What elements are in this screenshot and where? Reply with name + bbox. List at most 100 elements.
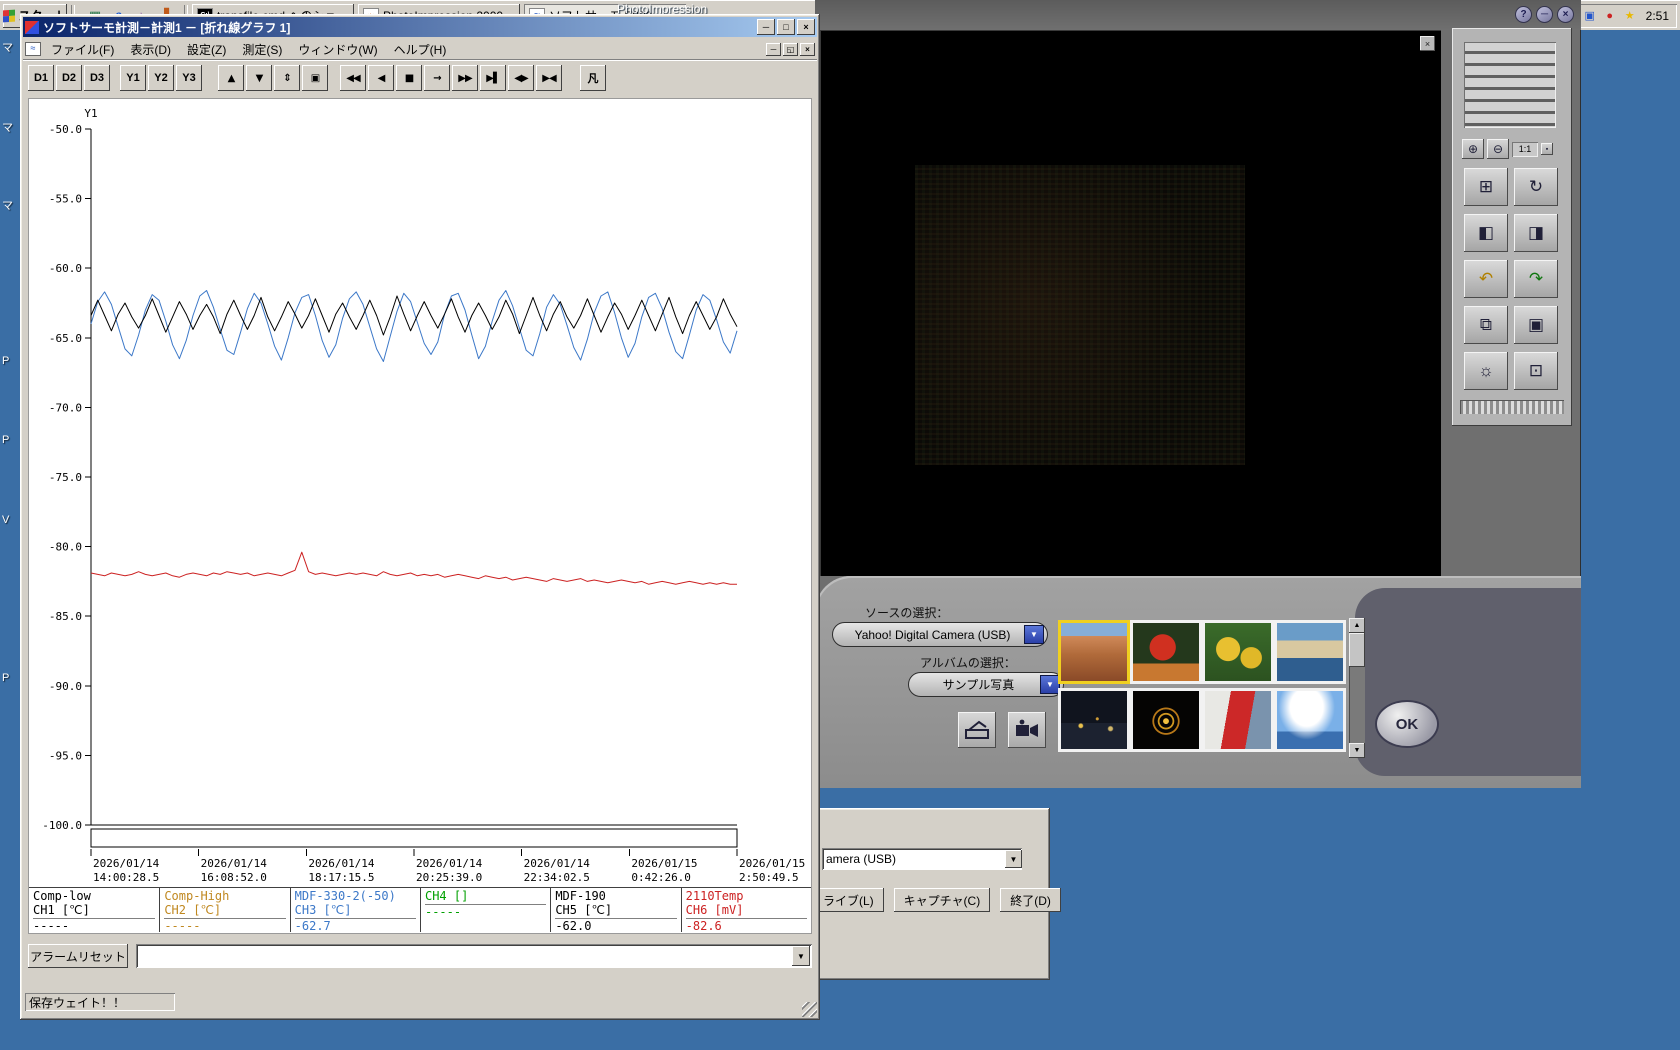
toolbar-button-y1[interactable]: Y1 (120, 65, 146, 91)
dialog-button-1[interactable]: ライブ(L) (813, 888, 884, 912)
toolbar-button-d1[interactable]: D1 (28, 65, 54, 91)
copy-button[interactable]: ⧉ (1464, 306, 1508, 344)
thumbnail-ship-red[interactable] (1202, 688, 1274, 752)
menu-item-1[interactable]: ファイル(F) (43, 39, 122, 60)
status-message: 保存ウェイト！！ (25, 993, 175, 1011)
album-select[interactable]: サンプル写真 ▼ (908, 672, 1064, 697)
flip-horizontal-button[interactable]: ◧ (1464, 214, 1508, 252)
effects-button[interactable]: ☼ (1464, 352, 1508, 390)
menu-item-6[interactable]: ヘルプ(H) (386, 39, 455, 60)
child-restore-button[interactable]: ◱ (783, 42, 798, 56)
svg-text:2026/01/14: 2026/01/14 (524, 857, 591, 870)
camera-button[interactable] (1008, 712, 1046, 748)
maximize-button[interactable]: □ (777, 19, 795, 35)
toolbar-fit-vertical-button[interactable]: ⇕ (274, 65, 300, 91)
desktop-icon-label-fragment: P (2, 434, 10, 446)
thumbnail-scrollbar[interactable]: ▲ ▼ (1349, 618, 1365, 758)
paste-button[interactable]: ▣ (1514, 306, 1558, 344)
desktop: { "desktop": { "background_color": "#3a6… (0, 0, 1680, 1050)
menubar: ≈ ファイル(F) 表示(D) 設定(Z) 測定(S) ウィンドウ(W) ヘルプ(H) ─… (23, 39, 817, 59)
close-button[interactable]: × (797, 19, 815, 35)
chevron-down-icon[interactable]: ▼ (792, 946, 810, 966)
chart-canvas: -50.0 -55.0 -60.0 -65.0 -70.0 -75.0 -80.0 -85.0… (42, 107, 805, 884)
toolbar: D1 D2 D3 Y1 Y2 Y3 ▲ ▼ ⇕ ▣ ◀◀ ◀ ■ → ▶▶ ▶▌ ◀▶ ▶◀ 凡 (23, 62, 817, 94)
svg-text:2:50:49.5: 2:50:49.5 (739, 871, 799, 884)
minimize-button[interactable]: ─ (757, 19, 775, 35)
menu-item-2[interactable]: 表示(D) (122, 39, 179, 60)
menu-item-5[interactable]: ウィンドウ(W) (290, 39, 385, 60)
fit-screen-button[interactable]: ⊞ (1464, 168, 1508, 206)
toolbar-zoom-box-button[interactable]: ▣ (302, 65, 328, 91)
child-close-button[interactable]: × (800, 42, 815, 56)
alarm-combobox[interactable]: ▼ (136, 944, 812, 968)
toolbar-run-forward-button[interactable]: → (424, 65, 450, 91)
thumbnail-yellow-flowers[interactable] (1202, 620, 1274, 684)
antivirus-tray-icon[interactable]: ● (1602, 8, 1618, 24)
dialog-buttons: ライブ(L) キャプチャ(C) 終了(D) (813, 888, 1061, 912)
menu-item-3[interactable]: 設定(Z) (179, 39, 234, 60)
redo-button[interactable]: ↷ (1514, 260, 1558, 298)
thumbnail-sky-clouds[interactable] (1274, 688, 1346, 752)
resize-grip[interactable] (802, 1002, 817, 1017)
rotate-button[interactable]: ↻ (1514, 168, 1558, 206)
scroll-down-button[interactable]: ▼ (1349, 743, 1365, 758)
tool-grid: ⊞ ↻ ◧ ◨ ↶ ↷ ⧉ ▣ ☼ ⊡ (1462, 168, 1562, 394)
chevron-down-icon[interactable]: ▼ (1005, 850, 1022, 868)
toolbar-step-back-button[interactable]: ◀ (368, 65, 394, 91)
chevron-down-icon[interactable]: ▼ (1024, 625, 1044, 644)
toolbar-scroll-up-button[interactable]: ▲ (218, 65, 244, 91)
dialog-button-2[interactable]: キャプチャ(C) (893, 888, 991, 912)
desktop-icon-label-fragment: マ (2, 122, 13, 134)
child-minimize-button[interactable]: ─ (766, 42, 781, 56)
menu-item-4[interactable]: 測定(S) (234, 39, 290, 60)
scrollbar-thumb[interactable] (1349, 633, 1365, 667)
toolbar-legend-toggle-button[interactable]: 凡 (580, 65, 606, 91)
zoom-in-button[interactable]: ⊕ (1462, 139, 1484, 159)
minimize-button[interactable]: ─ (1536, 6, 1553, 23)
ok-button[interactable]: OK (1375, 700, 1439, 748)
titlebar: ソフトサーモ計測－計測1 － [折れ線グラフ 1] ─ □ × (23, 17, 817, 37)
toolbar-jump-end-button[interactable]: ▶▌ (480, 65, 506, 91)
thumbnail-city-night[interactable] (1058, 688, 1130, 752)
frame-button[interactable]: ⊡ (1514, 352, 1558, 390)
camera-select[interactable]: amera (USB) ▼ (822, 848, 1022, 870)
svg-text:18:17:15.5: 18:17:15.5 (308, 871, 374, 884)
source-select[interactable]: Yahoo! Digital Camera (USB) ▼ (832, 622, 1048, 647)
toolbar-stop-button[interactable]: ■ (396, 65, 422, 91)
divider (23, 59, 817, 61)
toolbar-span-increase-button[interactable]: ▶◀ (536, 65, 562, 91)
toolbar-button-y3[interactable]: Y3 (176, 65, 202, 91)
zoom-option-button[interactable]: ▪ (1541, 143, 1553, 155)
alarm-reset-button[interactable]: アラームリセット (28, 944, 128, 968)
flip-vertical-button[interactable]: ◨ (1514, 214, 1558, 252)
undo-button[interactable]: ↶ (1464, 260, 1508, 298)
scroll-up-button[interactable]: ▲ (1349, 618, 1365, 633)
toolbar-button-d3[interactable]: D3 (84, 65, 110, 91)
toolbar-span-decrease-button[interactable]: ◀▶ (508, 65, 534, 91)
thumbnail-gold-spiral[interactable] (1130, 688, 1202, 752)
favorites-tray-icon[interactable]: ★ (1622, 8, 1638, 24)
scanner-button[interactable] (958, 712, 996, 748)
captured-image (915, 165, 1245, 465)
legend-channel-1: Comp-low CH1 [℃] ----- (29, 888, 159, 933)
svg-text:14:00:28.5: 14:00:28.5 (93, 871, 159, 884)
toolbar-button-y2[interactable]: Y2 (148, 65, 174, 91)
preview-close-icon[interactable]: × (1420, 36, 1435, 51)
toolbar-scroll-down-button[interactable]: ▼ (246, 65, 272, 91)
toolbar-button-d2[interactable]: D2 (56, 65, 82, 91)
help-button[interactable]: ? (1515, 6, 1532, 23)
display-tray-icon[interactable]: ▣ (1582, 8, 1598, 24)
toolbar-jump-start-button[interactable]: ◀◀ (340, 65, 366, 91)
thumbnail-red-bird[interactable] (1130, 620, 1202, 684)
close-button[interactable]: × (1557, 6, 1574, 23)
toolbar-fast-forward-button[interactable]: ▶▶ (452, 65, 478, 91)
tool-sidebar: ⊕ ⊖ 1:1 ▪ ⊞ ↻ ◧ ◨ ↶ ↷ ⧉ ▣ ☼ ⊡ (1452, 28, 1572, 426)
thumbnail-canyon-rocks[interactable] (1058, 620, 1130, 684)
chevron-down-icon[interactable]: ▼ (1040, 675, 1060, 694)
source-value: Yahoo! Digital Camera (USB) (854, 627, 1011, 642)
svg-text:16:08:52.0: 16:08:52.0 (201, 871, 267, 884)
thumbnail-harbor-town[interactable] (1274, 620, 1346, 684)
channel-legend: Comp-low CH1 [℃] ----- Comp-High CH2 [℃] ----… (29, 887, 811, 933)
zoom-out-button[interactable]: ⊖ (1487, 139, 1509, 159)
dialog-button-3[interactable]: 終了(D) (1000, 888, 1061, 912)
